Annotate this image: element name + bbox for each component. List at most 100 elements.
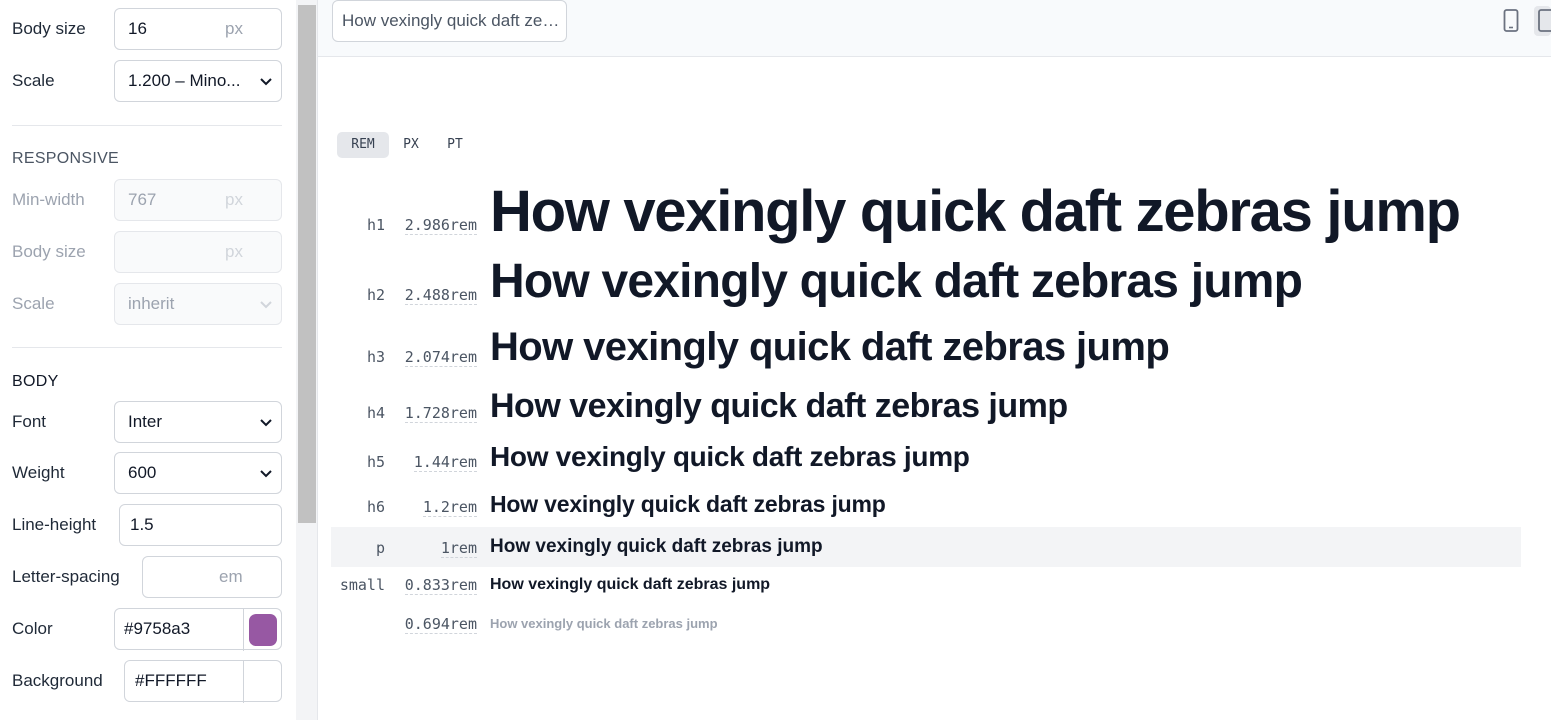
scale-size: 1rem — [440, 539, 477, 558]
background-swatch-button[interactable] — [243, 661, 281, 703]
scale-tag: h5 — [366, 453, 385, 471]
scale-row-h5: h5 1.44rem How vexingly quick daft zebra… — [331, 440, 1521, 474]
color-row: Color #9758a3 — [12, 608, 282, 651]
background-value: #FFFFFF — [135, 671, 207, 690]
scale-size: 2.986rem — [404, 216, 477, 235]
responsive-scale-row: Scale inherit — [12, 283, 282, 325]
responsive-section-title: RESPONSIVE — [12, 150, 120, 167]
scale-select[interactable]: 1.200 – Mino... — [114, 60, 282, 102]
scale-sample: How vexingly quick daft zebras jump — [490, 441, 970, 472]
scale-value: 1.200 – Mino... — [128, 71, 241, 90]
scale-row-small: small 0.833rem How vexingly quick daft z… — [331, 574, 1521, 598]
chevron-down-icon — [260, 301, 272, 309]
tab-px[interactable]: PX — [393, 132, 429, 158]
line-height-row: Line-height 1.5 — [12, 504, 282, 546]
scale-size: 2.074rem — [404, 348, 477, 367]
min-width-unit: px — [225, 190, 243, 209]
line-height-input[interactable]: 1.5 — [119, 504, 282, 546]
min-width-label: Min-width — [12, 190, 85, 209]
letter-spacing-unit: em — [219, 567, 243, 586]
scale-row-h3: h3 2.074rem How vexingly quick daft zebr… — [331, 324, 1521, 372]
responsive-scale-select[interactable]: inherit — [114, 283, 282, 325]
scale-size: 2.488rem — [404, 286, 477, 305]
color-swatch — [249, 614, 277, 646]
background-label: Background — [12, 671, 103, 690]
scale-size: 1.44rem — [413, 453, 477, 472]
scale-sample: How vexingly quick daft zebras jump — [490, 536, 823, 557]
responsive-scale-value: inherit — [128, 294, 175, 313]
scale-row-p: p 1rem How vexingly quick daft zebras ju… — [331, 527, 1521, 567]
color-input[interactable]: #9758a3 — [114, 608, 282, 651]
body-size-input[interactable]: 16 px — [114, 8, 282, 50]
scale-row-h4: h4 1.728rem How vexingly quick daft zebr… — [331, 386, 1521, 426]
letter-spacing-label: Letter-spacing — [12, 567, 120, 586]
chevron-down-icon — [260, 419, 272, 427]
background-input[interactable]: #FFFFFF — [124, 660, 282, 703]
color-value: #9758a3 — [124, 619, 191, 638]
background-row: Background #FFFFFF — [12, 660, 282, 703]
weight-row: Weight 600 — [12, 452, 282, 494]
scale-sample: How vexingly quick daft zebras jump — [490, 325, 1170, 369]
scale-size: 0.833rem — [404, 576, 477, 595]
scale-sample: How vexingly quick daft zebras jump — [490, 576, 771, 593]
weight-value: 600 — [128, 463, 157, 482]
responsive-body-size-label: Body size — [12, 242, 86, 261]
scale-size: 0.694rem — [404, 615, 477, 634]
body-size-value: 16 — [128, 19, 147, 38]
scale-sample: How vexingly quick daft zebras jump — [490, 255, 1303, 308]
line-height-label: Line-height — [12, 515, 97, 534]
tab-pt[interactable]: PT — [437, 132, 473, 158]
settings-sidebar: Body size 16 px Scale 1.200 – Mino... RE… — [0, 0, 296, 720]
scale-row-h6: h6 1.2rem How vexingly quick daft zebras… — [331, 490, 1521, 520]
scale-size: 1.2rem — [422, 498, 477, 517]
preview-toolbar: How vexingly quick daft zebras jump — [318, 0, 1551, 57]
preview-text-value: How vexingly quick daft zebras jump — [342, 11, 560, 30]
font-row: Font Inter — [12, 401, 282, 443]
weight-select[interactable]: 600 — [114, 452, 282, 494]
sidebar-scrollbar-thumb[interactable] — [298, 5, 316, 523]
scale-row-xs: 0.694rem How vexingly quick daft zebras … — [331, 612, 1521, 636]
scale-sample: How vexingly quick daft zebras jump — [490, 491, 886, 517]
tablet-device-button[interactable] — [1534, 6, 1551, 36]
preview-text-input[interactable]: How vexingly quick daft zebras jump — [332, 0, 567, 42]
tablet-device-icon — [1538, 9, 1551, 32]
responsive-scale-label: Scale — [12, 294, 55, 313]
letter-spacing-input[interactable]: em — [142, 556, 282, 598]
responsive-body-size-row: Body size px — [12, 231, 282, 273]
font-select[interactable]: Inter — [114, 401, 282, 443]
divider — [12, 125, 282, 126]
mobile-device-button[interactable] — [1498, 6, 1524, 36]
color-swatch-button[interactable] — [243, 609, 281, 651]
scale-sample: How vexingly quick daft zebras jump — [490, 179, 1461, 244]
body-size-row: Body size 16 px — [12, 8, 282, 50]
scale-tag: h3 — [366, 348, 385, 366]
color-label: Color — [12, 619, 53, 638]
background-swatch — [249, 666, 277, 698]
responsive-body-size-unit: px — [225, 242, 243, 261]
scale-row: Scale 1.200 – Mino... — [12, 60, 282, 102]
scale-sample: How vexingly quick daft zebras jump — [490, 387, 1068, 425]
min-width-row: Min-width 767 px — [12, 179, 282, 221]
scale-tag: p — [375, 539, 385, 557]
font-value: Inter — [128, 412, 163, 431]
divider — [12, 347, 282, 348]
line-height-value: 1.5 — [130, 515, 154, 534]
weight-label: Weight — [12, 463, 65, 482]
scale-row-h1: h1 2.986rem How vexingly quick daft zebr… — [331, 178, 1521, 244]
font-label: Font — [12, 412, 47, 431]
body-size-unit: px — [225, 19, 243, 38]
mobile-device-icon — [1503, 9, 1519, 32]
scale-tag: h2 — [366, 286, 385, 304]
scale-label: Scale — [12, 71, 55, 90]
min-width-input[interactable]: 767 px — [114, 179, 282, 221]
chevron-down-icon — [260, 78, 272, 86]
scale-row-h2: h2 2.488rem How vexingly quick daft zebr… — [331, 254, 1521, 310]
responsive-body-size-input[interactable]: px — [114, 231, 282, 273]
scale-tag: small — [339, 576, 385, 594]
scale-tag: h4 — [366, 404, 385, 422]
scale-tag: h6 — [366, 498, 385, 516]
chevron-down-icon — [260, 470, 272, 478]
tab-rem[interactable]: REM — [337, 132, 389, 158]
scale-sample: How vexingly quick daft zebras jump — [490, 616, 718, 631]
scale-size: 1.728rem — [404, 404, 477, 423]
